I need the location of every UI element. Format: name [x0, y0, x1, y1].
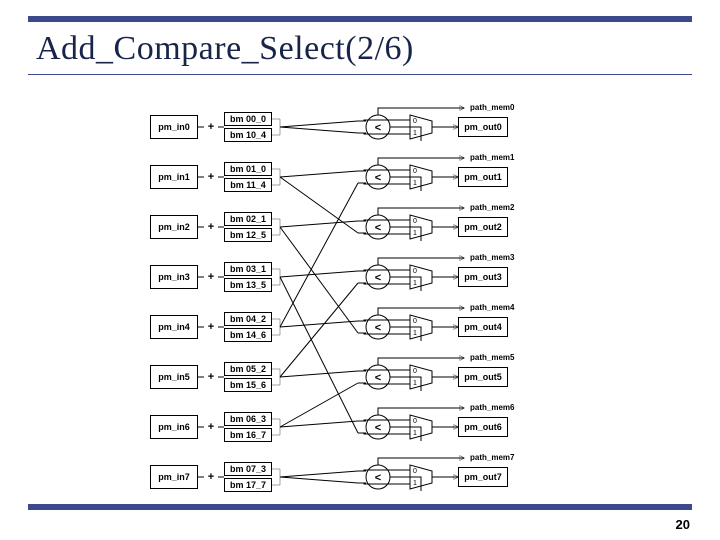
- mux1-3: 1: [413, 280, 417, 287]
- path-mem-0: path_mem0: [470, 103, 514, 112]
- path-mem-6: path_mem6: [470, 403, 514, 412]
- top-bar: [28, 16, 692, 22]
- pm-in-3: pm_in3: [150, 265, 198, 289]
- bm-top-5: bm 05_2: [224, 362, 272, 376]
- mux1-0: 1: [413, 130, 417, 137]
- pm-out-7: pm_out7: [458, 467, 508, 487]
- slide-title: Add_Compare_Select(2/6): [36, 30, 414, 68]
- pm-out-5: pm_out5: [458, 367, 508, 387]
- pm-in-2: pm_in2: [150, 215, 198, 239]
- page-number: 20: [676, 517, 690, 532]
- bm-bot-2: bm 12_5: [224, 228, 272, 242]
- adder-2: +: [208, 221, 214, 233]
- bm-top-1: bm 01_0: [224, 162, 272, 176]
- comparator-4: <: [375, 322, 381, 334]
- mux1-2: 1: [413, 230, 417, 237]
- title-underline: [28, 74, 692, 75]
- mux1-7: 1: [413, 480, 417, 487]
- path-mem-4: path_mem4: [470, 303, 514, 312]
- path-mem-3: path_mem3: [470, 253, 514, 262]
- comparator-1: <: [375, 172, 381, 184]
- adder-3: +: [208, 271, 214, 283]
- mux0-5: 0: [413, 368, 417, 375]
- bm-bot-5: bm 15_6: [224, 378, 272, 392]
- pm-in-5: pm_in5: [150, 365, 198, 389]
- bm-bot-1: bm 11_4: [224, 178, 272, 192]
- mux1-1: 1: [413, 180, 417, 187]
- bm-top-2: bm 02_1: [224, 212, 272, 226]
- pm-out-2: pm_out2: [458, 217, 508, 237]
- mux0-6: 0: [413, 418, 417, 425]
- bm-top-6: bm 06_3: [224, 412, 272, 426]
- acs-diagram: +<01+<01+<01+<01+<01+<01+<01+<01 pm_in0b…: [150, 88, 590, 496]
- bm-top-3: bm 03_1: [224, 262, 272, 276]
- pm-out-1: pm_out1: [458, 167, 508, 187]
- comparator-6: <: [375, 422, 381, 434]
- bm-bot-0: bm 10_4: [224, 128, 272, 142]
- pm-in-6: pm_in6: [150, 415, 198, 439]
- pm-in-1: pm_in1: [150, 165, 198, 189]
- mux0-0: 0: [413, 118, 417, 125]
- adder-0: +: [208, 121, 214, 133]
- adder-1: +: [208, 171, 214, 183]
- mux1-4: 1: [413, 330, 417, 337]
- pm-out-3: pm_out3: [458, 267, 508, 287]
- pm-out-0: pm_out0: [458, 117, 508, 137]
- adder-6: +: [208, 421, 214, 433]
- comparator-3: <: [375, 272, 381, 284]
- adder-7: +: [208, 471, 214, 483]
- bm-bot-7: bm 17_7: [224, 478, 272, 492]
- path-mem-5: path_mem5: [470, 353, 514, 362]
- mux0-1: 0: [413, 168, 417, 175]
- bm-top-7: bm 07_3: [224, 462, 272, 476]
- path-mem-7: path_mem7: [470, 453, 514, 462]
- pm-out-4: pm_out4: [458, 317, 508, 337]
- bm-bot-3: bm 13_5: [224, 278, 272, 292]
- bm-bot-4: bm 14_6: [224, 328, 272, 342]
- mux1-5: 1: [413, 380, 417, 387]
- bm-bot-6: bm 16_7: [224, 428, 272, 442]
- bm-top-0: bm 00_0: [224, 112, 272, 126]
- mux1-6: 1: [413, 430, 417, 437]
- mux0-7: 0: [413, 468, 417, 475]
- path-mem-2: path_mem2: [470, 203, 514, 212]
- comparator-7: <: [375, 472, 381, 484]
- mux0-2: 0: [413, 218, 417, 225]
- mux0-4: 0: [413, 318, 417, 325]
- pm-in-0: pm_in0: [150, 115, 198, 139]
- pm-in-4: pm_in4: [150, 315, 198, 339]
- pm-in-7: pm_in7: [150, 465, 198, 489]
- adder-4: +: [208, 321, 214, 333]
- comparator-2: <: [375, 222, 381, 234]
- wiring-svg: + <0 1 + <0 1 + <0 1 + <0 1 + <0 1 + <0 1 + <0 1 + <0 1: [150, 88, 590, 496]
- adder-5: +: [208, 371, 214, 383]
- bm-top-4: bm 04_2: [224, 312, 272, 326]
- path-mem-1: path_mem1: [470, 153, 514, 162]
- mux0-3: 0: [413, 268, 417, 275]
- pm-out-6: pm_out6: [458, 417, 508, 437]
- slide: Add_Compare_Select(2/6) + <0 1 + <0 1 + <0 1 + <0 1…: [0, 0, 720, 540]
- bottom-bar: [28, 504, 692, 510]
- comparator-5: <: [375, 372, 381, 384]
- comparator-0: <: [375, 122, 381, 134]
